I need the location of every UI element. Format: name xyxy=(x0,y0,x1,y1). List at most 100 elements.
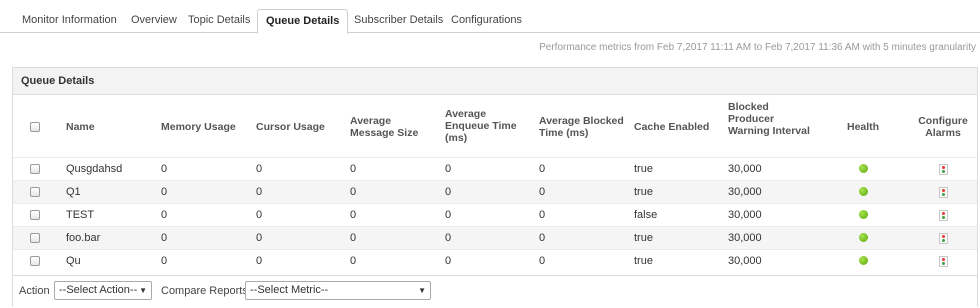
tab-configurations[interactable]: Configurations xyxy=(443,9,530,33)
queue-name: Qu xyxy=(66,255,81,267)
cursor-usage-value: 0 xyxy=(256,255,263,267)
col-avg-enqueue-time: Average Enqueue Time (ms) xyxy=(445,108,517,144)
compare-metric-select[interactable]: --Select Metric-- ▼ xyxy=(245,281,431,300)
avg-message-size-value: 0 xyxy=(350,232,357,244)
configure-alarm-icon[interactable] xyxy=(939,210,948,221)
queue-name: Q1 xyxy=(66,186,81,198)
green-status-dot-icon xyxy=(859,210,868,219)
memory-usage-value: 0 xyxy=(161,163,168,175)
blocked-producer-warning-value: 30,000 xyxy=(728,209,762,221)
green-status-dot-icon xyxy=(859,233,868,242)
tab-monitor-information[interactable]: Monitor Information xyxy=(14,9,125,33)
col-blocked-producer-line2: Producer xyxy=(728,113,775,125)
queue-details-panel: Queue Details Name Memory Usage Cursor U… xyxy=(12,67,978,307)
select-all-checkbox[interactable] xyxy=(30,122,40,132)
col-blocked-producer-warning: Blocked Producer Warning Interval xyxy=(728,101,810,137)
compare-reports-label: Compare Reports xyxy=(161,285,248,297)
col-name: Name xyxy=(66,121,95,133)
col-avg-message-size-line1: Average xyxy=(350,115,392,127)
col-configure-alarms-line1: Configure xyxy=(918,115,968,127)
col-health: Health xyxy=(847,121,880,133)
table-row: foo.bar 0 0 0 0 0 true 30,000 xyxy=(13,226,977,249)
blocked-producer-warning-value: 30,000 xyxy=(728,163,762,175)
col-avg-blocked-time-line1: Average Blocked xyxy=(539,115,624,127)
row-checkbox[interactable] xyxy=(30,187,40,197)
green-status-dot-icon xyxy=(859,256,868,265)
col-avg-enqueue-time-line1: Average xyxy=(445,108,487,120)
cursor-usage-value: 0 xyxy=(256,163,263,175)
configure-alarm-icon[interactable] xyxy=(939,164,948,175)
avg-enqueue-time-value: 0 xyxy=(445,209,452,221)
cache-enabled-value: true xyxy=(634,232,653,244)
col-configure-alarms: Configure Alarms xyxy=(918,115,968,139)
performance-range-text: Performance metrics from Feb 7,2017 11:1… xyxy=(539,42,976,53)
row-checkbox[interactable] xyxy=(30,210,40,220)
row-checkbox[interactable] xyxy=(30,256,40,266)
cache-enabled-value: true xyxy=(634,186,653,198)
cache-enabled-value: false xyxy=(634,209,658,221)
table-row: Qusgdahsd 0 0 0 0 0 true 30,000 xyxy=(13,157,977,180)
compare-select-value: --Select Metric-- xyxy=(250,284,329,296)
cursor-usage-value: 0 xyxy=(256,232,263,244)
avg-message-size-value: 0 xyxy=(350,186,357,198)
col-configure-alarms-line2: Alarms xyxy=(925,127,961,139)
row-checkbox[interactable] xyxy=(30,164,40,174)
memory-usage-value: 0 xyxy=(161,186,168,198)
avg-blocked-time-value: 0 xyxy=(539,163,546,175)
cursor-usage-value: 0 xyxy=(256,209,263,221)
col-blocked-producer-line3: Warning Interval xyxy=(728,125,810,137)
col-memory-usage: Memory Usage xyxy=(161,121,236,133)
panel-title: Queue Details xyxy=(13,68,977,95)
col-blocked-producer-line1: Blocked xyxy=(728,101,769,113)
tab-queue-details[interactable]: Queue Details xyxy=(257,9,349,34)
blocked-producer-warning-value: 30,000 xyxy=(728,186,762,198)
table-row: Qu 0 0 0 0 0 true 30,000 xyxy=(13,249,977,272)
green-status-dot-icon xyxy=(859,164,868,173)
configure-alarm-icon[interactable] xyxy=(939,233,948,244)
avg-enqueue-time-value: 0 xyxy=(445,232,452,244)
caret-down-icon: ▼ xyxy=(139,286,147,295)
avg-blocked-time-value: 0 xyxy=(539,209,546,221)
table-row: TEST 0 0 0 0 0 false 30,000 xyxy=(13,203,977,226)
col-avg-message-size-line2: Message Size xyxy=(350,127,419,139)
blocked-producer-warning-value: 30,000 xyxy=(728,232,762,244)
col-cursor-usage: Cursor Usage xyxy=(256,121,325,133)
cache-enabled-value: true xyxy=(634,163,653,175)
cache-enabled-value: true xyxy=(634,255,653,267)
queue-name: TEST xyxy=(66,209,95,221)
col-avg-message-size: Average Message Size xyxy=(350,115,418,139)
tab-topic-details[interactable]: Topic Details xyxy=(180,9,258,33)
avg-message-size-value: 0 xyxy=(350,163,357,175)
action-label: Action xyxy=(19,285,50,297)
row-checkbox[interactable] xyxy=(30,233,40,243)
tab-subscriber-details[interactable]: Subscriber Details xyxy=(346,9,451,33)
green-status-dot-icon xyxy=(859,187,868,196)
table-row: Q1 0 0 0 0 0 true 30,000 xyxy=(13,180,977,203)
col-avg-enqueue-time-line2: Enqueue Time xyxy=(445,120,517,132)
memory-usage-value: 0 xyxy=(161,232,168,244)
queue-name: foo.bar xyxy=(66,232,101,244)
avg-blocked-time-value: 0 xyxy=(539,186,546,198)
col-avg-enqueue-time-line3: (ms) xyxy=(445,132,468,144)
configure-alarm-icon[interactable] xyxy=(939,256,948,267)
caret-down-icon: ▼ xyxy=(418,286,426,295)
avg-message-size-value: 0 xyxy=(350,209,357,221)
configure-alarm-icon[interactable] xyxy=(939,187,948,198)
tab-overview[interactable]: Overview xyxy=(123,9,185,33)
avg-enqueue-time-value: 0 xyxy=(445,255,452,267)
tab-bar: Monitor Information Overview Topic Detai… xyxy=(0,0,980,34)
avg-blocked-time-value: 0 xyxy=(539,255,546,267)
blocked-producer-warning-value: 30,000 xyxy=(728,255,762,267)
action-select-value: --Select Action-- xyxy=(59,284,138,296)
col-avg-blocked-time-line2: Time (ms) xyxy=(539,127,589,139)
memory-usage-value: 0 xyxy=(161,209,168,221)
avg-enqueue-time-value: 0 xyxy=(445,186,452,198)
avg-message-size-value: 0 xyxy=(350,255,357,267)
action-select[interactable]: --Select Action-- ▼ xyxy=(54,281,152,300)
avg-blocked-time-value: 0 xyxy=(539,232,546,244)
cursor-usage-value: 0 xyxy=(256,186,263,198)
avg-enqueue-time-value: 0 xyxy=(445,163,452,175)
table-footer: Action --Select Action-- ▼ Compare Repor… xyxy=(13,275,977,307)
queue-name: Qusgdahsd xyxy=(66,163,123,175)
memory-usage-value: 0 xyxy=(161,255,168,267)
